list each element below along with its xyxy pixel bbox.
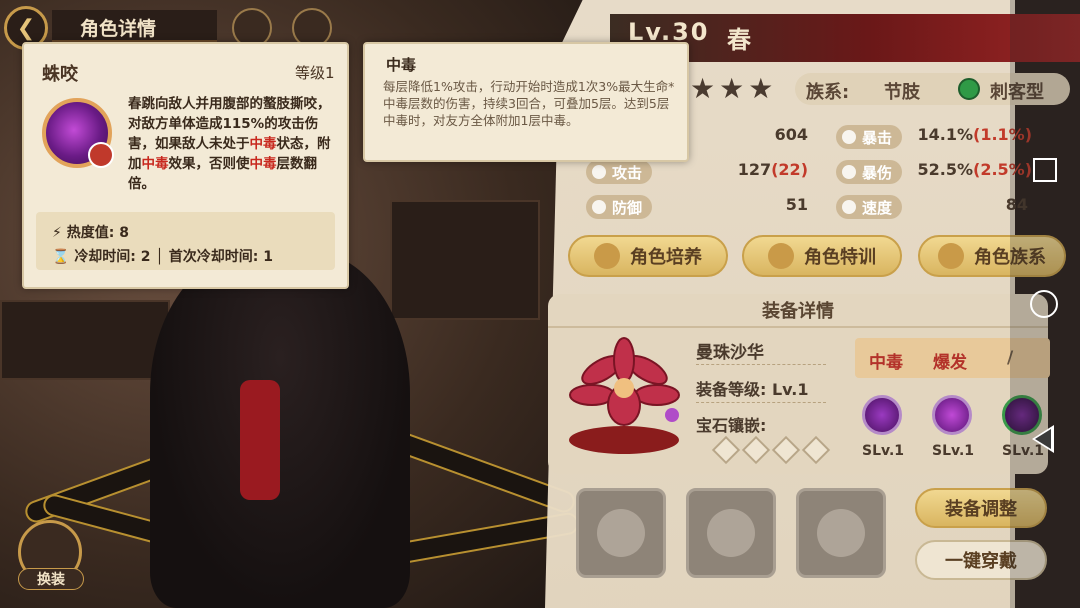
back-arrow-icon: ❮ [16, 15, 36, 41]
cooldown-row: ⌛ 冷却时间: 2 │ 首次冷却时间: 1 [52, 249, 273, 265]
tooltip-description: 每层降低1%攻击，行动开始时造成1次3%最大生命*中毒层数的伤害，持续3回合，可… [383, 79, 675, 128]
back-triangle-icon[interactable] [1032, 425, 1054, 453]
claw-icon [842, 165, 856, 179]
skill-name: 蛛咬 [42, 64, 78, 85]
star-icon: ★ [719, 72, 745, 105]
gem-label: 宝石镶嵌: [696, 416, 767, 435]
stat-def-chip: 防御 [586, 195, 652, 219]
boot-icon [842, 200, 856, 214]
heat-row: ⚡ 热度值: 8 [52, 225, 129, 241]
shield-icon [592, 200, 606, 214]
character-train-button[interactable]: 角色培养 [568, 235, 728, 277]
assassin-icon [958, 78, 980, 100]
character-portrait [150, 250, 410, 608]
sword-icon [592, 165, 606, 179]
recent-apps-icon[interactable] [1033, 158, 1057, 182]
divider [696, 402, 826, 403]
skill-bite-icon[interactable] [932, 395, 972, 435]
stat-critdmg-chip: 暴伤 [836, 160, 902, 184]
character-name: 春 [727, 26, 751, 54]
attack-badge-icon [88, 142, 114, 168]
character-ribbon [240, 380, 280, 500]
faction-label: 族系: [806, 82, 850, 103]
skill-level-label: 等级1 [295, 64, 335, 82]
home-icon[interactable] [1030, 290, 1058, 318]
faction-value: 节肢 [884, 82, 920, 103]
star-icon: ★ [748, 72, 774, 105]
necklace-icon [707, 509, 755, 557]
stat-hp-value: 604 [774, 125, 808, 144]
tag-poison[interactable]: 中毒 [869, 348, 903, 373]
equipment-name: 曼珠沙华 [696, 343, 764, 363]
stat-spd-value: 84 [1005, 195, 1028, 214]
star-rating: ★ ★ ★ [690, 74, 773, 104]
stat-crit-chip: 暴击 [836, 125, 902, 149]
skill-bite-icon [42, 98, 114, 168]
skill-web-icon[interactable] [862, 395, 902, 435]
skill-level: SLv.1 [932, 443, 975, 459]
background-shelf [390, 200, 540, 320]
character-special-button[interactable]: 角色特训 [742, 235, 902, 277]
skill-level: SLv.1 [862, 443, 905, 459]
paw-icon [938, 243, 964, 269]
equipment-header: 装备详情 [548, 294, 1048, 328]
cat-icon [594, 243, 620, 269]
star-badge-icon [768, 243, 794, 269]
star-icon: ★ [690, 72, 716, 105]
ring-slot[interactable] [796, 488, 886, 578]
crit-icon [842, 130, 856, 144]
equipment-level: 装备等级: Lv.1 [696, 380, 809, 399]
hat-slot[interactable] [576, 488, 666, 578]
spider-lily-equipment-icon[interactable] [562, 330, 687, 460]
ring-icon [817, 509, 865, 557]
stat-atk-chip: 攻击 [586, 160, 652, 184]
outfit-label[interactable]: 换装 [18, 568, 84, 590]
tag-burst: 爆发 [933, 353, 967, 373]
background-table [0, 300, 170, 380]
stat-def-value: 51 [785, 195, 808, 214]
stat-spd-chip: 速度 [836, 195, 902, 219]
page-title: 角色详情 [80, 18, 157, 40]
hat-icon [597, 509, 645, 557]
divider [696, 364, 826, 365]
tooltip-title: 中毒 [386, 56, 417, 74]
necklace-slot[interactable] [686, 488, 776, 578]
stat-atk-value: 127(22) [737, 160, 808, 179]
skill-description: 春跳向敌人并用腹部的螯肢撕咬，对敌方单体造成115%的攻击伤害，如果敌人未处于中… [128, 96, 331, 192]
